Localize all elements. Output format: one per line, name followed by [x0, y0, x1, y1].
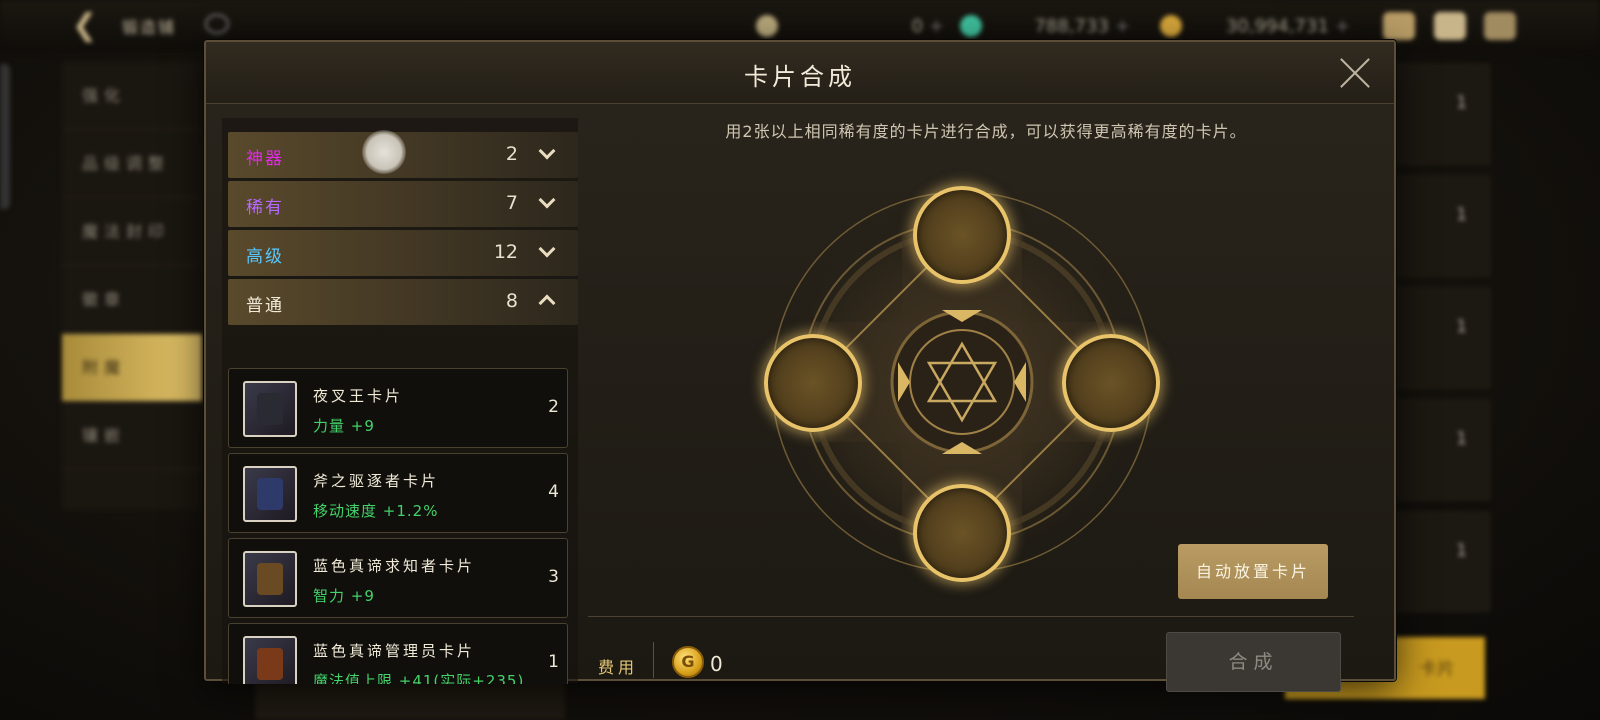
cost-separator	[653, 642, 654, 678]
item-count: 1	[1456, 429, 1467, 449]
auto-place-button[interactable]: 自动放置卡片	[1178, 544, 1328, 599]
card-name: 蓝色真谛求知者卡片	[313, 557, 476, 575]
chevron-up-icon	[538, 291, 556, 309]
menu-item[interactable]: 徽章	[62, 266, 202, 334]
category-advanced[interactable]: 高级 12	[228, 230, 578, 276]
card-slot-top[interactable]	[913, 186, 1011, 284]
card-quantity: 4	[548, 482, 559, 502]
back-arrow-icon[interactable]: ❮	[72, 10, 112, 42]
card-stat: 智力 +9	[313, 587, 375, 605]
cost-value: 0	[710, 652, 723, 676]
card-slot-left[interactable]	[764, 334, 862, 432]
card-stat: 魔法值上限 +41(实际+235)	[313, 672, 525, 684]
card-thumbnail	[243, 381, 297, 437]
category-label: 神器	[246, 149, 284, 169]
card-name: 夜叉王卡片	[313, 387, 404, 405]
chevron-down-icon	[538, 242, 556, 260]
category-count: 7	[505, 192, 518, 214]
card-art-icon	[257, 393, 283, 425]
card-name: 蓝色真谛管理员卡片	[313, 642, 476, 660]
card-quantity: 2	[548, 397, 559, 417]
card-thumbnail	[243, 551, 297, 607]
touch-indicator	[362, 130, 406, 174]
currency-moon: 0 +	[756, 13, 944, 39]
card-item[interactable]: 夜叉王卡片 力量 +9 2	[228, 368, 568, 448]
bag-icon[interactable]	[1383, 12, 1415, 40]
item-count: 1	[1456, 541, 1467, 561]
add-currency-icon[interactable]: +	[1335, 16, 1350, 37]
menu-item[interactable]: 强化	[62, 62, 202, 130]
coin-symbol: G	[681, 652, 695, 671]
card-stat: 力量 +9	[313, 417, 375, 435]
moon-currency-icon	[756, 15, 778, 37]
divider	[588, 616, 1354, 617]
card-item[interactable]: 斧之驱逐者卡片 移动速度 +1.2% 4	[228, 453, 568, 533]
card-name: 斧之驱逐者卡片	[313, 472, 440, 490]
currency-gold: 30,994,731 +	[1160, 13, 1350, 39]
card-synthesis-dialog: 卡片合成 神器 2 稀有 7 高级 12 普通 8 夜叉王卡片 力量 +9 2 …	[204, 40, 1396, 692]
category-count: 2	[505, 143, 518, 165]
close-icon[interactable]	[1338, 56, 1372, 90]
card-thumbnail	[243, 636, 297, 684]
item-count: 1	[1456, 205, 1467, 225]
menu-item-active[interactable]: 附魔	[62, 334, 202, 402]
card-list[interactable]: 夜叉王卡片 力量 +9 2 斧之驱逐者卡片 移动速度 +1.2% 4 蓝色真谛求…	[228, 368, 568, 684]
category-count: 12	[493, 241, 518, 263]
menu-item[interactable]: 魔法封印	[62, 198, 202, 266]
card-art-icon	[257, 648, 283, 680]
add-currency-icon[interactable]: +	[1115, 16, 1130, 37]
crystal-currency-icon	[960, 15, 982, 37]
category-label: 普通	[246, 296, 284, 316]
card-thumbnail	[243, 466, 297, 522]
synthesis-area: 用2张以上相同稀有度的卡片进行合成，可以获得更高稀有度的卡片。 自动放置卡片 费…	[578, 104, 1394, 692]
card-category-panel: 神器 2 稀有 7 高级 12 普通 8 夜叉王卡片 力量 +9 2 斧之驱逐者…	[222, 118, 578, 684]
menu-item[interactable]: 镶嵌	[62, 402, 202, 470]
currency-value: 0	[911, 15, 923, 37]
item-count: 1	[1456, 317, 1467, 337]
forge-menu: 强化 品级调整 魔法封印 徽章 附魔 镶嵌	[62, 62, 202, 510]
card-art-icon	[257, 563, 283, 595]
synthesize-button[interactable]: 合成	[1166, 632, 1341, 692]
category-count: 8	[505, 290, 518, 312]
card-quantity: 1	[548, 652, 559, 672]
card-item[interactable]: 蓝色真谛求知者卡片 智力 +9 3	[228, 538, 568, 618]
card-item[interactable]: 蓝色真谛管理员卡片 魔法值上限 +41(实际+235) 1	[228, 623, 568, 684]
mail-icon[interactable]	[1434, 12, 1466, 40]
side-scroll-tab[interactable]	[0, 64, 10, 209]
category-label: 高级	[246, 247, 284, 267]
card-quantity: 3	[548, 567, 559, 587]
category-normal[interactable]: 普通 8	[228, 279, 578, 325]
currency-value: 788,733	[1034, 15, 1109, 37]
card-art-icon	[257, 478, 283, 510]
chat-icon[interactable]	[1484, 12, 1516, 40]
menu-item[interactable]: 品级调整	[62, 130, 202, 198]
category-artifact[interactable]: 神器 2	[228, 130, 578, 178]
eye-icon[interactable]	[205, 14, 229, 34]
category-label: 稀有	[246, 198, 284, 218]
item-count: 1	[1456, 93, 1467, 113]
card-stat: 移动速度 +1.2%	[313, 502, 439, 520]
chevron-down-icon	[538, 193, 556, 211]
currency-value: 30,994,731	[1225, 15, 1329, 37]
screen-title: 锻造铺	[122, 18, 177, 37]
game-screen: ❮ 锻造铺 0 + 788,733 + 30,994,731 + 强化 品级调整…	[0, 0, 1600, 720]
card-slot-right[interactable]	[1062, 334, 1160, 432]
add-currency-icon[interactable]: +	[929, 16, 944, 37]
category-rare[interactable]: 稀有 7	[228, 181, 578, 227]
currency-crystal: 788,733 +	[960, 13, 1130, 39]
dialog-header: 卡片合成	[206, 42, 1394, 104]
cost-label: 费用	[598, 658, 639, 677]
gold-currency-icon	[1160, 15, 1182, 37]
gold-coin-icon: G	[672, 646, 704, 678]
chevron-down-icon	[538, 144, 556, 162]
card-button-label: 卡片	[1419, 659, 1455, 680]
card-slot-bottom[interactable]	[913, 484, 1011, 582]
dialog-title: 卡片合成	[744, 63, 856, 91]
